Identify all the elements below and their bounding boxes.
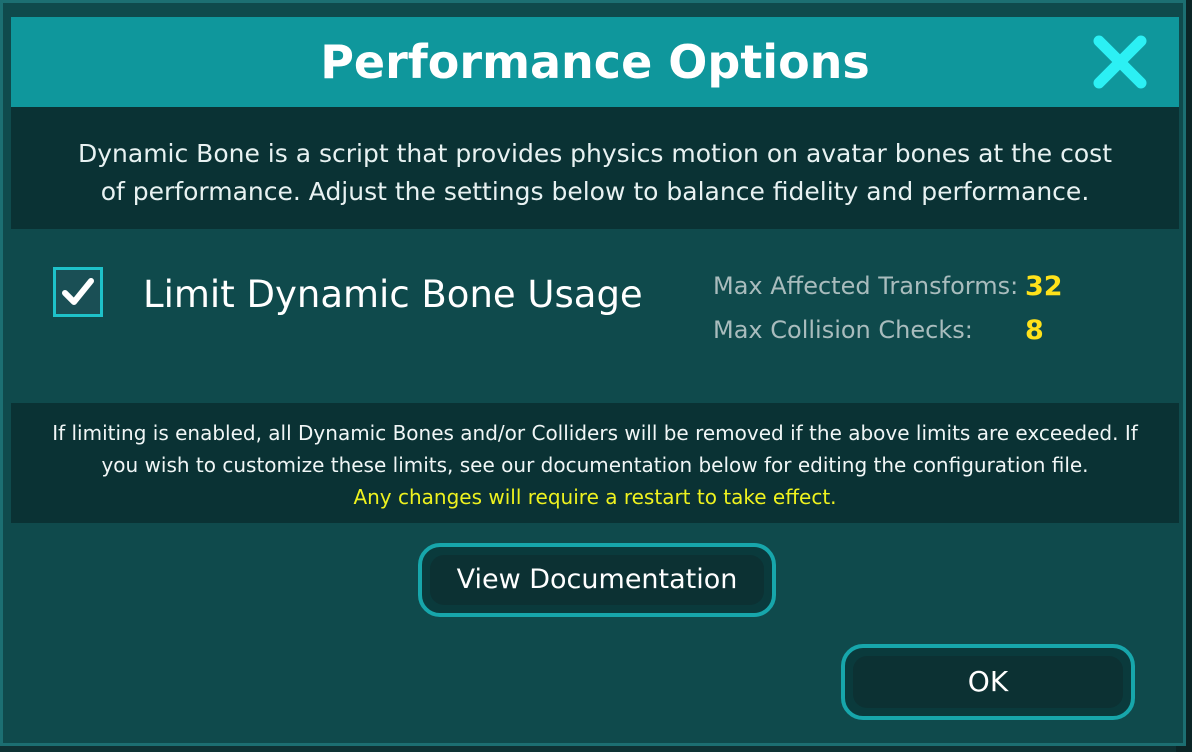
view-documentation-label: View Documentation: [456, 564, 738, 595]
close-button[interactable]: [1089, 31, 1151, 93]
max-affected-transforms-label: Max Affected Transforms:: [713, 272, 1019, 300]
checkmark-icon: [62, 278, 94, 305]
limits-note-text: If limiting is enabled, all Dynamic Bone…: [52, 421, 1138, 477]
description-text: Dynamic Bone is a script that provides p…: [77, 139, 1112, 206]
dialog-header: Performance Options: [11, 17, 1179, 107]
restart-warning-text: Any changes will require a restart to ta…: [353, 485, 837, 509]
max-collision-checks-value: 8: [1025, 315, 1044, 346]
max-affected-transforms-value: 32: [1025, 271, 1063, 302]
max-collision-checks-label: Max Collision Checks:: [713, 316, 973, 344]
limits-note-panel: If limiting is enabled, all Dynamic Bone…: [11, 403, 1179, 523]
dialog-title: Performance Options: [320, 35, 870, 89]
view-documentation-button[interactable]: View Documentation: [418, 543, 776, 617]
close-x-icon: [1093, 35, 1147, 89]
description-panel: Dynamic Bone is a script that provides p…: [11, 107, 1179, 229]
ok-button[interactable]: OK: [841, 644, 1135, 720]
ok-label: OK: [967, 665, 1009, 698]
limit-dynamic-bone-checkbox[interactable]: [53, 267, 103, 317]
performance-options-dialog: Performance Options Dynamic Bone is a sc…: [0, 0, 1186, 746]
limit-dynamic-bone-label: Limit Dynamic Bone Usage: [143, 273, 643, 316]
